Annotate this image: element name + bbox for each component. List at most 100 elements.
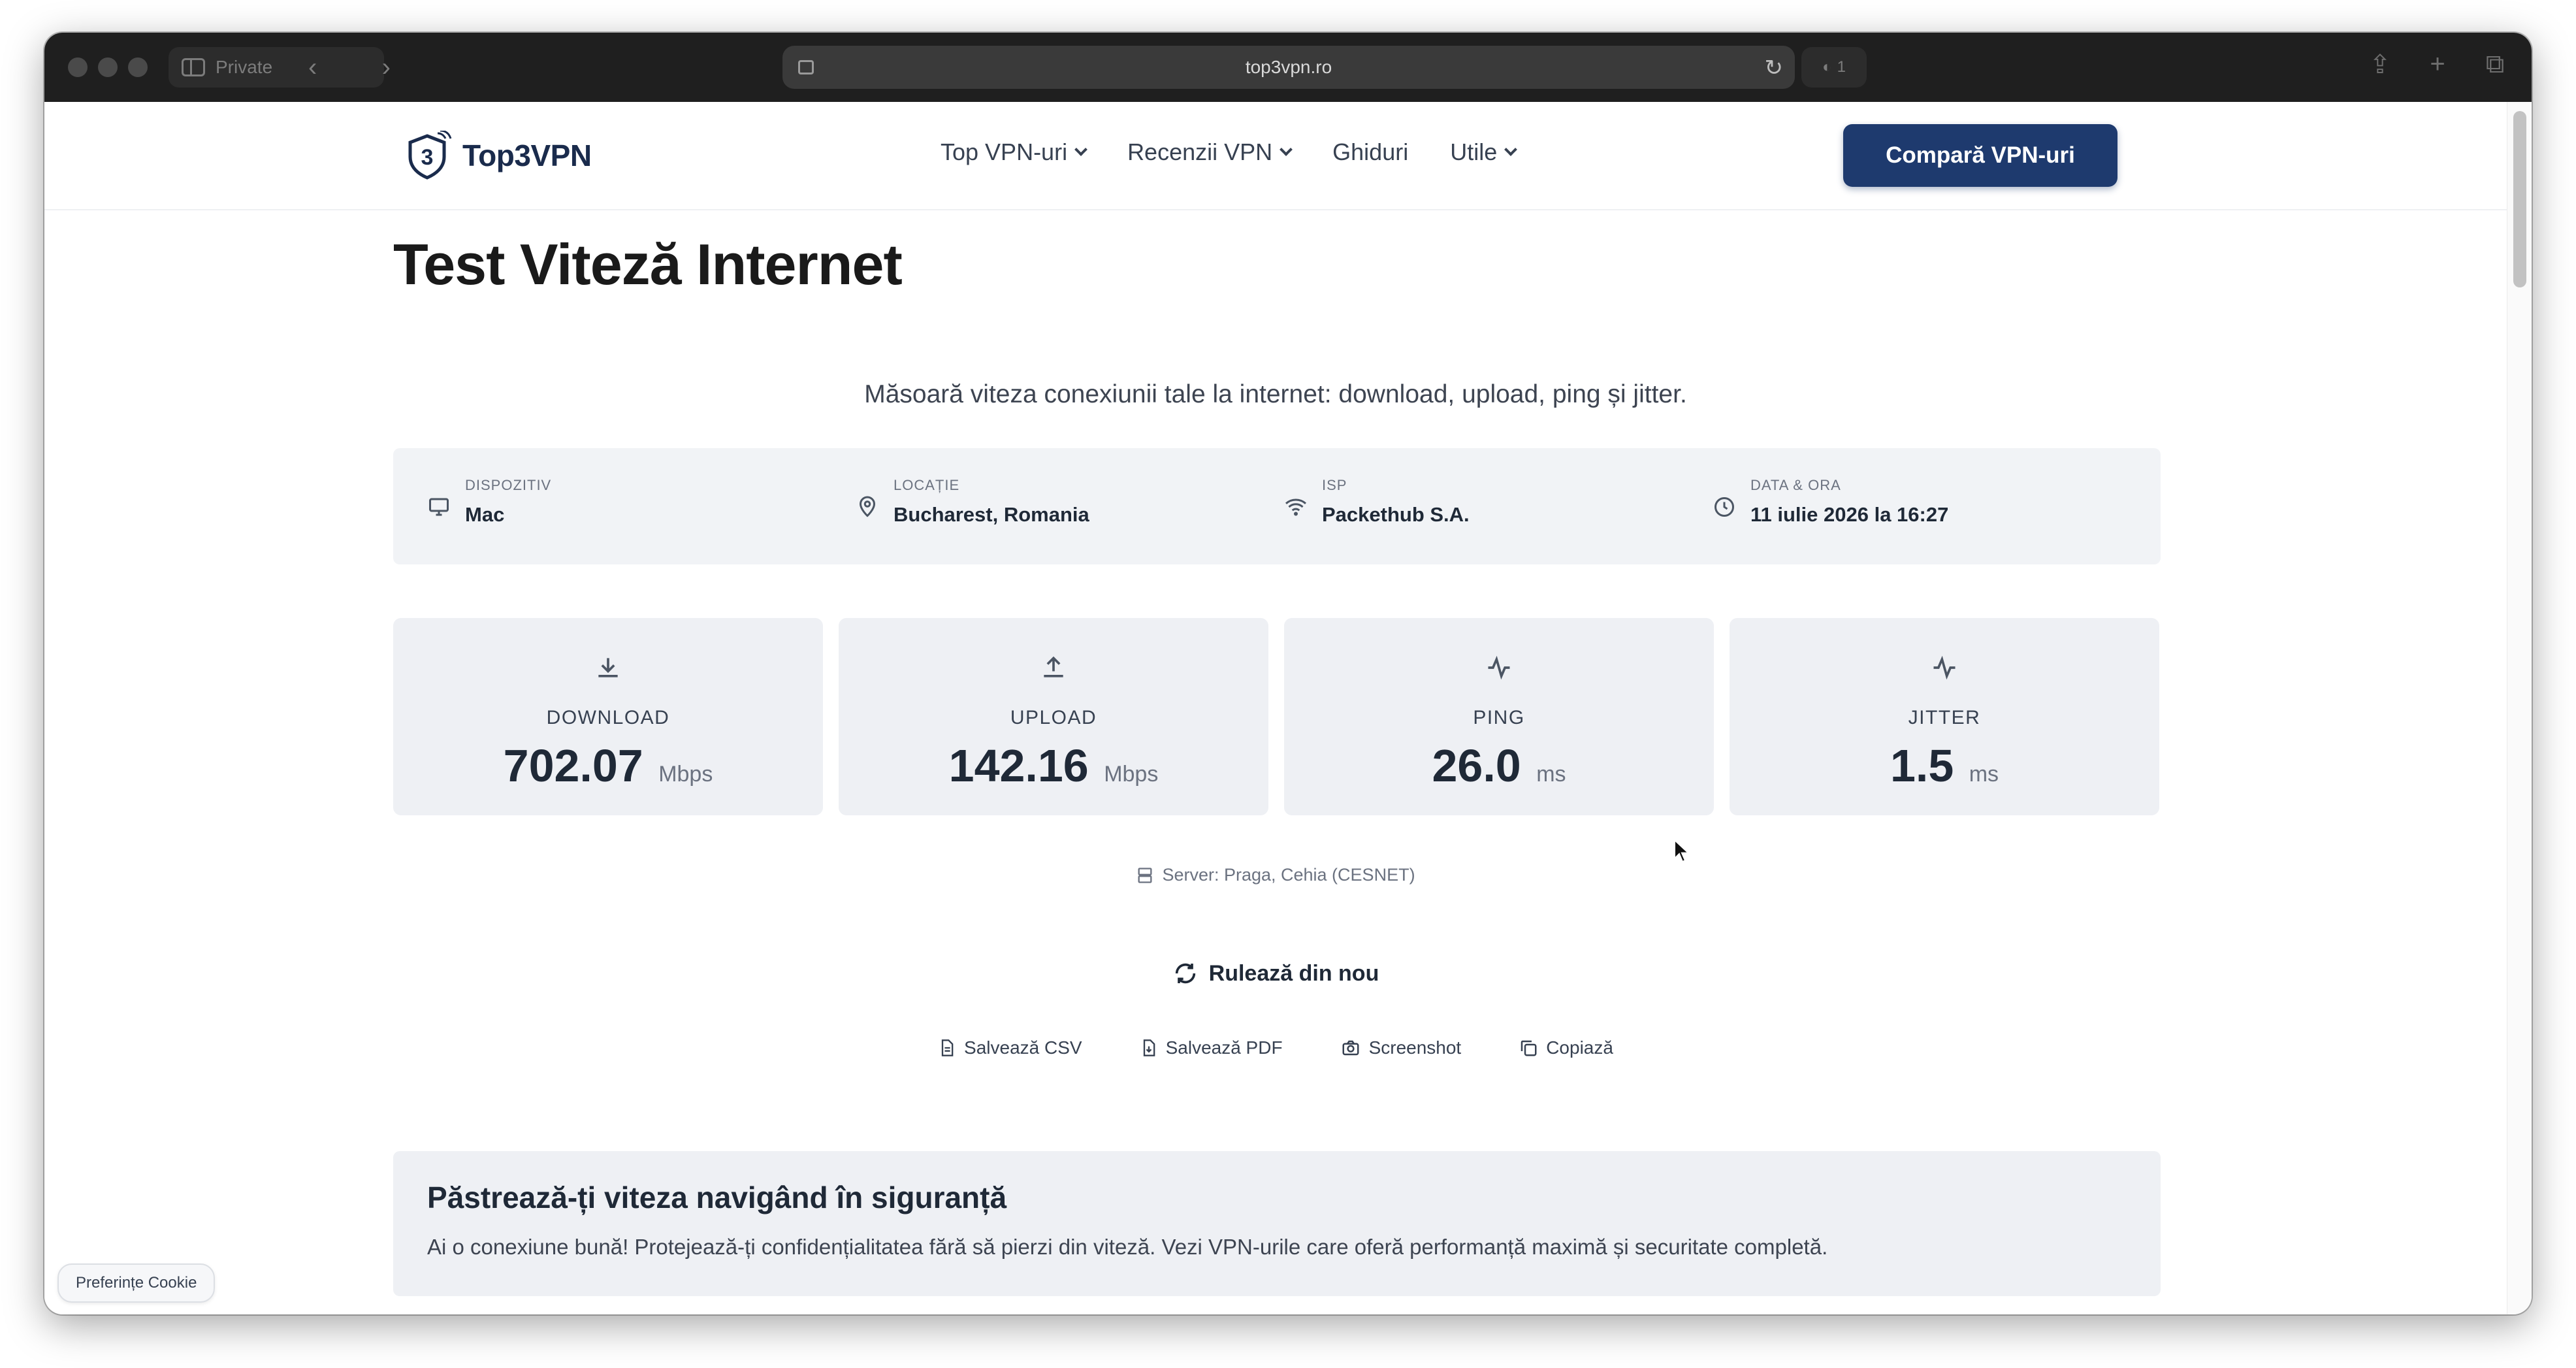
site-logo[interactable]: 3 Top3VPN [405,131,592,180]
info-label: DATA & ORA [1750,477,1841,493]
close-window-button[interactable] [68,57,88,77]
reload-icon[interactable]: ↻ [1765,55,1784,81]
file-download-icon [1143,1039,1155,1056]
metric-unit: Mbps [1104,762,1159,787]
info-value: Packethub S.A. [1322,503,1470,526]
cookie-preferences-button[interactable]: Preferințe Cookie [57,1263,216,1303]
back-icon[interactable]: ‹ [308,54,317,80]
refresh-icon [1175,963,1195,984]
activity-icon [1933,655,1956,680]
page-settings-icon[interactable] [798,60,814,74]
history-nav: ‹ › [300,47,398,88]
copy-icon [1521,1040,1537,1056]
nav-label: Ghiduri [1332,138,1409,165]
metric-label: DOWNLOAD [546,707,670,728]
mouse-cursor-icon [1674,839,1690,863]
browser-window: Private ‹ › top3vpn.ro ↻ ◐ 1 ⇪ + ⧉ 3 Top… [44,33,2532,1314]
metric-ping: PING 26.0 ms [1284,618,1714,815]
tab-overview-icon[interactable]: ⧉ [2482,50,2508,80]
file-text-icon [941,1039,954,1056]
info-datetime: DATA & ORA 11 iulie 2026 la 16:27 [1713,477,1948,527]
nav-item-utile[interactable]: Utile [1450,138,1518,166]
rerun-label: Rulează din nou [1208,960,1379,986]
window-controls [68,57,148,77]
copy-button[interactable]: Copiază [1519,1037,1613,1058]
info-isp: ISP Packethub S.A. [1284,477,1470,527]
forward-icon[interactable]: › [382,54,391,80]
promo-title: Păstrează-ți viteza navigând în siguranț… [427,1181,1007,1214]
info-location: LOCAȚIE Bucharest, Romania [856,477,1089,527]
camera-icon [1342,1040,1359,1056]
info-label: DISPOZITIV [465,477,552,493]
compare-vpn-button[interactable]: Compară VPN-uri [1843,124,2117,187]
metric-value: 26.0 [1432,740,1521,791]
svg-text:3: 3 [421,145,434,170]
toolbar-actions: ⇪ + ⧉ [2367,50,2508,80]
metric-value: 702.07 [503,740,643,791]
info-value: Mac [465,503,505,526]
server-info: Server: Praga, Cehia (CESNET) [44,865,2507,885]
metric-download: DOWNLOAD 702.07 Mbps [393,618,823,815]
minimize-window-button[interactable] [98,57,118,77]
privacy-report-button[interactable]: ◐ 1 [1801,47,1867,88]
export-actions: Salvează CSV Salvează PDF Screenshot Cop… [44,1037,2507,1058]
nav-label: Recenzii VPN [1127,138,1273,165]
connection-info-bar: DISPOZITIV Mac LOCAȚIE Bucharest, Romania … [393,448,2161,564]
save-pdf-button[interactable]: Salvează PDF [1140,1037,1283,1058]
url-text: top3vpn.ro [1245,57,1332,77]
info-label: LOCAȚIE [894,477,960,493]
wifi-icon [1285,498,1306,516]
metric-label: PING [1473,707,1525,728]
zoom-window-button[interactable] [128,57,148,77]
action-label: Screenshot [1368,1037,1462,1058]
metric-value: 142.16 [948,740,1089,791]
private-label: Private [216,57,273,77]
action-label: Salvează CSV [964,1037,1082,1058]
chevron-down-icon [1280,143,1293,156]
server-text: Server: Praga, Cehia (CESNET) [1162,865,1415,885]
metric-unit: Mbps [658,762,713,787]
map-pin-icon [859,496,876,517]
logo-text: Top3VPN [462,138,592,172]
site-header: 3 Top3VPN Top VPN-uri Recenzii VPN Ghidu… [44,102,2507,210]
metric-jitter: JITTER 1.5 ms [1730,618,2159,815]
action-label: Copiază [1546,1037,1613,1058]
screenshot-button[interactable]: Screenshot [1340,1037,1462,1058]
monitor-icon [429,498,449,516]
metric-label: UPLOAD [1010,707,1097,728]
activity-icon [1488,655,1510,680]
vpn-promo-box: Păstrează-ți viteza navigând în siguranț… [393,1151,2161,1296]
nav-item-top-vpn[interactable]: Top VPN-uri [941,138,1087,166]
chevron-down-icon [1504,143,1518,156]
nav-item-ghiduri[interactable]: Ghiduri [1332,138,1408,166]
nav-label: Top VPN-uri [941,138,1068,165]
share-icon[interactable]: ⇪ [2367,50,2393,80]
info-label: ISP [1322,477,1347,493]
main-nav: Top VPN-uri Recenzii VPN Ghiduri Utile [941,138,1518,166]
page-content: 3 Top3VPN Top VPN-uri Recenzii VPN Ghidu… [44,102,2507,1314]
info-value: Bucharest, Romania [894,503,1089,526]
save-csv-button[interactable]: Salvează CSV [938,1037,1082,1058]
scrollbar-thumb[interactable] [2513,111,2526,287]
metric-unit: ms [1536,762,1566,787]
chevron-down-icon [1074,143,1087,156]
address-bar[interactable]: top3vpn.ro ↻ [782,46,1795,89]
nav-label: Utile [1450,138,1498,165]
action-label: Salvează PDF [1165,1037,1283,1058]
shield-icon: ◐ [1822,58,1832,76]
metric-unit: ms [1969,762,1999,787]
page-title: Test Viteză Internet [393,232,903,297]
metric-upload: UPLOAD 142.16 Mbps [839,618,1268,815]
clock-icon [1715,497,1734,517]
download-icon [598,658,618,677]
rerun-button[interactable]: Rulează din nou [44,960,2507,986]
server-icon [1138,867,1152,883]
promo-text: Ai o conexiune bună! Protejează-ți confi… [427,1235,1828,1259]
metric-value: 1.5 [1890,740,1954,791]
info-device: DISPOZITIV Mac [427,477,551,527]
sidebar-icon[interactable] [182,58,205,76]
nav-item-recenzii[interactable]: Recenzii VPN [1127,138,1293,166]
new-tab-icon[interactable]: + [2424,50,2451,80]
shield-count: 1 [1837,58,1846,76]
metric-label: JITTER [1908,707,1981,728]
